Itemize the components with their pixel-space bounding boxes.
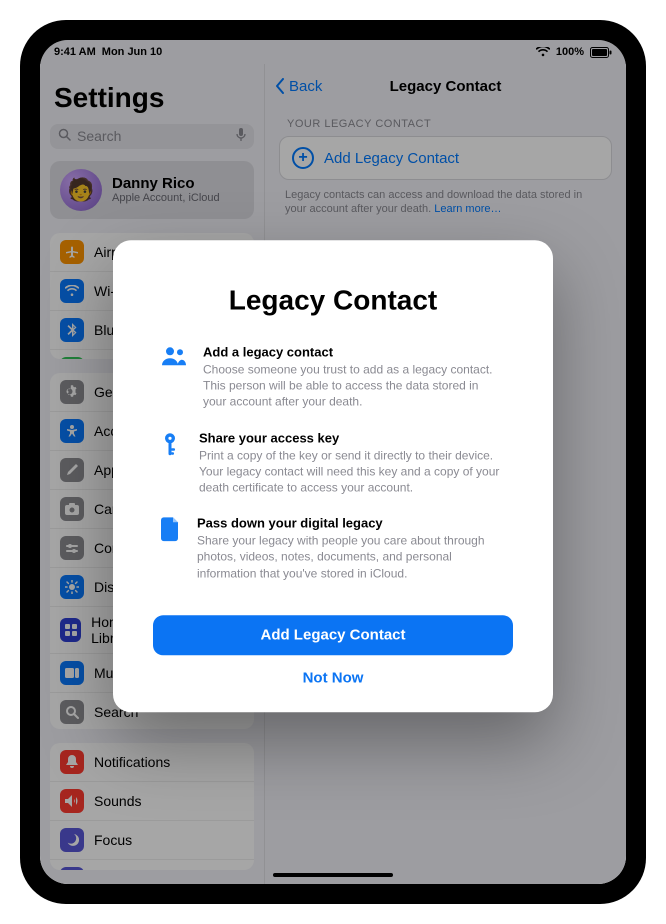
document-icon	[161, 515, 181, 581]
feature-2: Share your access key Print a copy of th…	[161, 430, 505, 496]
feature-3-heading: Pass down your digital legacy	[197, 515, 505, 530]
legacy-contact-modal: Legacy Contact Add a legacy contact Choo…	[113, 240, 553, 712]
home-indicator[interactable]	[273, 873, 393, 877]
not-now-button[interactable]: Not Now	[153, 669, 513, 686]
feature-3: Pass down your digital legacy Share your…	[161, 515, 505, 581]
feature-2-body: Print a copy of the key or send it direc…	[199, 447, 505, 496]
add-legacy-contact-button[interactable]: Add Legacy Contact	[153, 615, 513, 655]
feature-1-body: Choose someone you trust to add as a leg…	[203, 361, 505, 410]
feature-1: Add a legacy contact Choose someone you …	[161, 344, 505, 410]
feature-1-heading: Add a legacy contact	[203, 344, 505, 359]
feature-2-heading: Share your access key	[199, 430, 505, 445]
feature-3-body: Share your legacy with people you care a…	[197, 532, 505, 581]
modal-title: Legacy Contact	[153, 284, 513, 316]
people-icon	[161, 344, 187, 410]
key-icon	[161, 430, 183, 496]
device-frame: 9:41 AM Mon Jun 10 100% Settings	[20, 20, 646, 904]
screen: 9:41 AM Mon Jun 10 100% Settings	[40, 40, 626, 884]
